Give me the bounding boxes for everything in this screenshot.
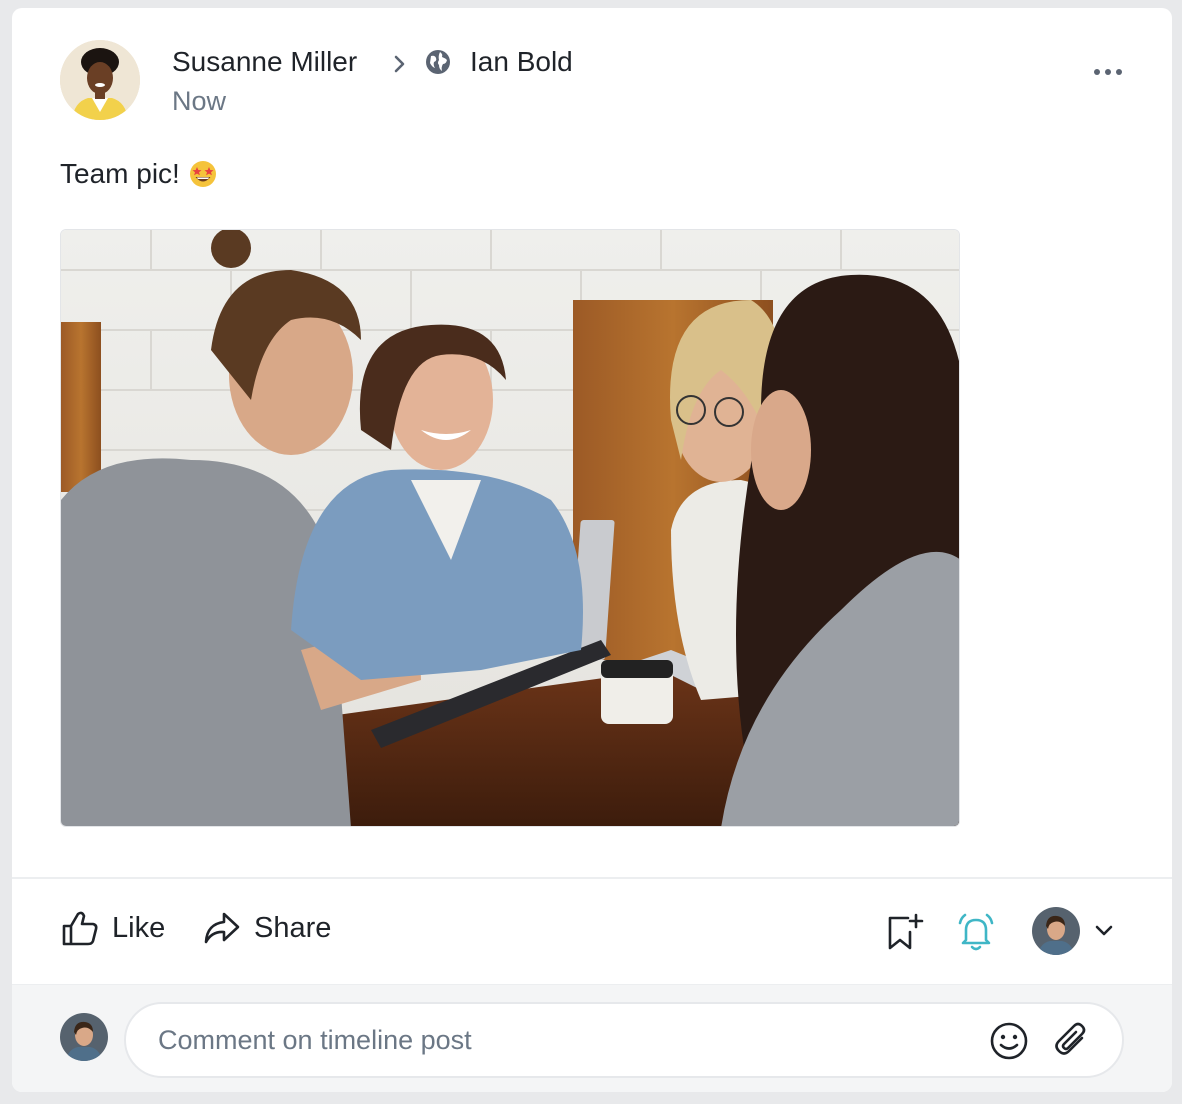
thumbs-up-icon — [62, 911, 98, 946]
target-user-name[interactable]: Ian Bold — [470, 46, 573, 78]
comment-input[interactable] — [158, 1004, 958, 1076]
like-label: Like — [112, 911, 166, 944]
post-body: Team pic! — [60, 158, 218, 190]
star-struck-emoji-icon — [189, 161, 216, 187]
author-avatar[interactable] — [60, 40, 140, 120]
bookmark-add-icon[interactable] — [884, 910, 928, 954]
more-icon[interactable] — [1088, 64, 1128, 80]
share-icon — [204, 912, 240, 944]
share-button[interactable]: Share — [202, 908, 331, 948]
post-text: Team pic! — [60, 158, 180, 189]
divider — [12, 877, 1172, 879]
comment-box — [124, 1002, 1124, 1078]
comment-area — [12, 984, 1172, 1092]
chevron-down-icon[interactable] — [1092, 918, 1116, 942]
timeline-post-card: Susanne Miller Ian Bold Now Team pic! Li… — [12, 8, 1172, 1092]
poster-avatar[interactable] — [1032, 907, 1080, 955]
paperclip-icon[interactable] — [1052, 1020, 1092, 1060]
bell-icon[interactable] — [954, 910, 998, 954]
smile-icon[interactable] — [988, 1020, 1030, 1062]
chevron-right-icon — [394, 55, 405, 73]
author-name[interactable]: Susanne Miller — [172, 46, 357, 78]
current-user-avatar — [60, 1013, 108, 1061]
globe-icon — [426, 50, 450, 74]
like-button[interactable]: Like — [60, 908, 165, 948]
post-timestamp[interactable]: Now — [172, 86, 226, 117]
share-label: Share — [254, 911, 332, 944]
post-photo[interactable] — [60, 229, 960, 827]
